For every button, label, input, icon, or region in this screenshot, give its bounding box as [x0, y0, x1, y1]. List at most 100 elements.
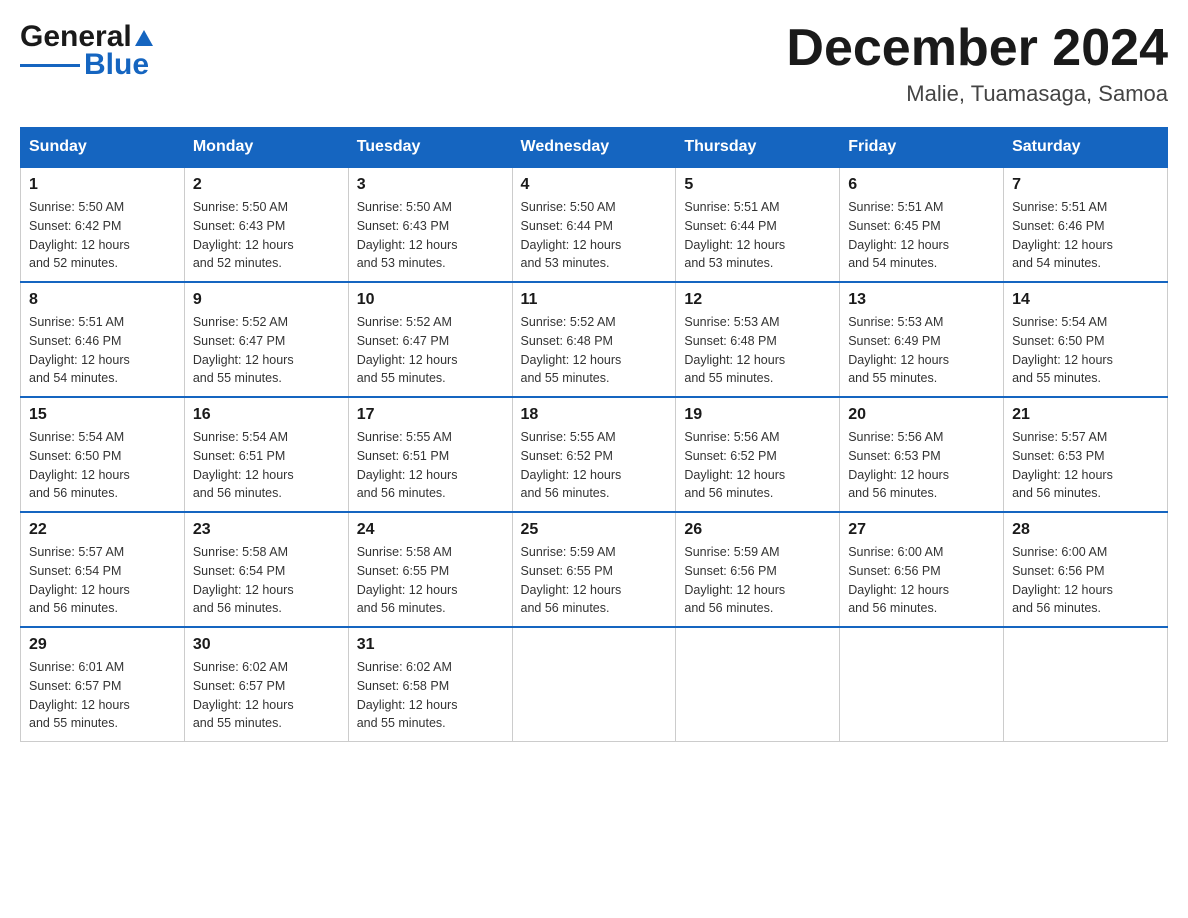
calendar-cell: 9 Sunrise: 5:52 AM Sunset: 6:47 PM Dayli… — [184, 282, 348, 397]
day-number: 3 — [357, 176, 504, 194]
calendar-cell: 5 Sunrise: 5:51 AM Sunset: 6:44 PM Dayli… — [676, 167, 840, 282]
calendar-cell: 31 Sunrise: 6:02 AM Sunset: 6:58 PM Dayl… — [348, 627, 512, 742]
calendar-cell: 22 Sunrise: 5:57 AM Sunset: 6:54 PM Dayl… — [21, 512, 185, 627]
calendar-week-row: 1 Sunrise: 5:50 AM Sunset: 6:42 PM Dayli… — [21, 167, 1168, 282]
calendar-cell: 6 Sunrise: 5:51 AM Sunset: 6:45 PM Dayli… — [840, 167, 1004, 282]
title-section: December 2024 Malie, Tuamasaga, Samoa — [786, 20, 1168, 107]
day-number: 7 — [1012, 176, 1159, 194]
day-info: Sunrise: 5:56 AM Sunset: 6:52 PM Dayligh… — [684, 428, 831, 503]
col-header-sunday: Sunday — [21, 128, 185, 168]
day-number: 8 — [29, 291, 176, 309]
day-number: 31 — [357, 636, 504, 654]
day-info: Sunrise: 5:51 AM Sunset: 6:46 PM Dayligh… — [29, 313, 176, 388]
calendar-cell — [840, 627, 1004, 742]
calendar-header-row: SundayMondayTuesdayWednesdayThursdayFrid… — [21, 128, 1168, 168]
calendar-table: SundayMondayTuesdayWednesdayThursdayFrid… — [20, 127, 1168, 742]
day-number: 23 — [193, 521, 340, 539]
day-info: Sunrise: 5:59 AM Sunset: 6:55 PM Dayligh… — [521, 543, 668, 618]
day-info: Sunrise: 6:02 AM Sunset: 6:57 PM Dayligh… — [193, 658, 340, 733]
day-info: Sunrise: 5:51 AM Sunset: 6:46 PM Dayligh… — [1012, 198, 1159, 273]
calendar-cell: 7 Sunrise: 5:51 AM Sunset: 6:46 PM Dayli… — [1004, 167, 1168, 282]
day-info: Sunrise: 6:02 AM Sunset: 6:58 PM Dayligh… — [357, 658, 504, 733]
calendar-cell: 24 Sunrise: 5:58 AM Sunset: 6:55 PM Dayl… — [348, 512, 512, 627]
day-number: 16 — [193, 406, 340, 424]
day-info: Sunrise: 5:56 AM Sunset: 6:53 PM Dayligh… — [848, 428, 995, 503]
calendar-cell: 23 Sunrise: 5:58 AM Sunset: 6:54 PM Dayl… — [184, 512, 348, 627]
logo-line — [20, 64, 80, 67]
day-number: 4 — [521, 176, 668, 194]
day-info: Sunrise: 5:53 AM Sunset: 6:49 PM Dayligh… — [848, 313, 995, 388]
day-number: 28 — [1012, 521, 1159, 539]
day-info: Sunrise: 5:54 AM Sunset: 6:50 PM Dayligh… — [29, 428, 176, 503]
calendar-title: December 2024 — [786, 20, 1168, 77]
day-number: 10 — [357, 291, 504, 309]
calendar-cell: 12 Sunrise: 5:53 AM Sunset: 6:48 PM Dayl… — [676, 282, 840, 397]
day-info: Sunrise: 5:57 AM Sunset: 6:54 PM Dayligh… — [29, 543, 176, 618]
day-number: 13 — [848, 291, 995, 309]
calendar-cell: 21 Sunrise: 5:57 AM Sunset: 6:53 PM Dayl… — [1004, 397, 1168, 512]
logo-blue: Blue — [84, 50, 149, 80]
day-number: 9 — [193, 291, 340, 309]
calendar-cell: 20 Sunrise: 5:56 AM Sunset: 6:53 PM Dayl… — [840, 397, 1004, 512]
day-number: 12 — [684, 291, 831, 309]
day-number: 11 — [521, 291, 668, 309]
day-number: 1 — [29, 176, 176, 194]
day-info: Sunrise: 5:52 AM Sunset: 6:47 PM Dayligh… — [193, 313, 340, 388]
day-number: 6 — [848, 176, 995, 194]
day-number: 18 — [521, 406, 668, 424]
calendar-week-row: 8 Sunrise: 5:51 AM Sunset: 6:46 PM Dayli… — [21, 282, 1168, 397]
calendar-cell: 17 Sunrise: 5:55 AM Sunset: 6:51 PM Dayl… — [348, 397, 512, 512]
day-number: 19 — [684, 406, 831, 424]
calendar-cell: 16 Sunrise: 5:54 AM Sunset: 6:51 PM Dayl… — [184, 397, 348, 512]
logo: General Blue — [20, 20, 156, 80]
day-info: Sunrise: 5:55 AM Sunset: 6:52 PM Dayligh… — [521, 428, 668, 503]
calendar-cell: 25 Sunrise: 5:59 AM Sunset: 6:55 PM Dayl… — [512, 512, 676, 627]
day-number: 15 — [29, 406, 176, 424]
calendar-week-row: 29 Sunrise: 6:01 AM Sunset: 6:57 PM Dayl… — [21, 627, 1168, 742]
day-info: Sunrise: 5:52 AM Sunset: 6:47 PM Dayligh… — [357, 313, 504, 388]
calendar-subtitle: Malie, Tuamasaga, Samoa — [786, 81, 1168, 107]
day-number: 5 — [684, 176, 831, 194]
day-info: Sunrise: 5:57 AM Sunset: 6:53 PM Dayligh… — [1012, 428, 1159, 503]
day-info: Sunrise: 5:55 AM Sunset: 6:51 PM Dayligh… — [357, 428, 504, 503]
day-number: 30 — [193, 636, 340, 654]
day-info: Sunrise: 5:50 AM Sunset: 6:44 PM Dayligh… — [521, 198, 668, 273]
day-info: Sunrise: 5:52 AM Sunset: 6:48 PM Dayligh… — [521, 313, 668, 388]
calendar-cell: 4 Sunrise: 5:50 AM Sunset: 6:44 PM Dayli… — [512, 167, 676, 282]
day-info: Sunrise: 6:00 AM Sunset: 6:56 PM Dayligh… — [848, 543, 995, 618]
col-header-thursday: Thursday — [676, 128, 840, 168]
calendar-cell: 29 Sunrise: 6:01 AM Sunset: 6:57 PM Dayl… — [21, 627, 185, 742]
day-info: Sunrise: 5:50 AM Sunset: 6:42 PM Dayligh… — [29, 198, 176, 273]
day-info: Sunrise: 5:53 AM Sunset: 6:48 PM Dayligh… — [684, 313, 831, 388]
calendar-cell — [676, 627, 840, 742]
calendar-cell: 14 Sunrise: 5:54 AM Sunset: 6:50 PM Dayl… — [1004, 282, 1168, 397]
day-number: 21 — [1012, 406, 1159, 424]
day-info: Sunrise: 5:58 AM Sunset: 6:55 PM Dayligh… — [357, 543, 504, 618]
calendar-week-row: 15 Sunrise: 5:54 AM Sunset: 6:50 PM Dayl… — [21, 397, 1168, 512]
day-info: Sunrise: 5:51 AM Sunset: 6:44 PM Dayligh… — [684, 198, 831, 273]
day-number: 27 — [848, 521, 995, 539]
day-info: Sunrise: 5:54 AM Sunset: 6:51 PM Dayligh… — [193, 428, 340, 503]
calendar-cell: 27 Sunrise: 6:00 AM Sunset: 6:56 PM Dayl… — [840, 512, 1004, 627]
col-header-monday: Monday — [184, 128, 348, 168]
calendar-cell: 28 Sunrise: 6:00 AM Sunset: 6:56 PM Dayl… — [1004, 512, 1168, 627]
calendar-cell: 2 Sunrise: 5:50 AM Sunset: 6:43 PM Dayli… — [184, 167, 348, 282]
calendar-cell: 19 Sunrise: 5:56 AM Sunset: 6:52 PM Dayl… — [676, 397, 840, 512]
day-number: 20 — [848, 406, 995, 424]
calendar-cell — [1004, 627, 1168, 742]
day-info: Sunrise: 5:59 AM Sunset: 6:56 PM Dayligh… — [684, 543, 831, 618]
calendar-cell: 3 Sunrise: 5:50 AM Sunset: 6:43 PM Dayli… — [348, 167, 512, 282]
day-info: Sunrise: 5:50 AM Sunset: 6:43 PM Dayligh… — [357, 198, 504, 273]
day-number: 24 — [357, 521, 504, 539]
day-number: 29 — [29, 636, 176, 654]
col-header-friday: Friday — [840, 128, 1004, 168]
calendar-cell: 8 Sunrise: 5:51 AM Sunset: 6:46 PM Dayli… — [21, 282, 185, 397]
calendar-cell: 1 Sunrise: 5:50 AM Sunset: 6:42 PM Dayli… — [21, 167, 185, 282]
day-number: 22 — [29, 521, 176, 539]
col-header-tuesday: Tuesday — [348, 128, 512, 168]
calendar-cell — [512, 627, 676, 742]
calendar-cell: 18 Sunrise: 5:55 AM Sunset: 6:52 PM Dayl… — [512, 397, 676, 512]
page-header: General Blue December 2024 Malie, Tuamas… — [20, 20, 1168, 107]
day-info: Sunrise: 5:50 AM Sunset: 6:43 PM Dayligh… — [193, 198, 340, 273]
col-header-saturday: Saturday — [1004, 128, 1168, 168]
